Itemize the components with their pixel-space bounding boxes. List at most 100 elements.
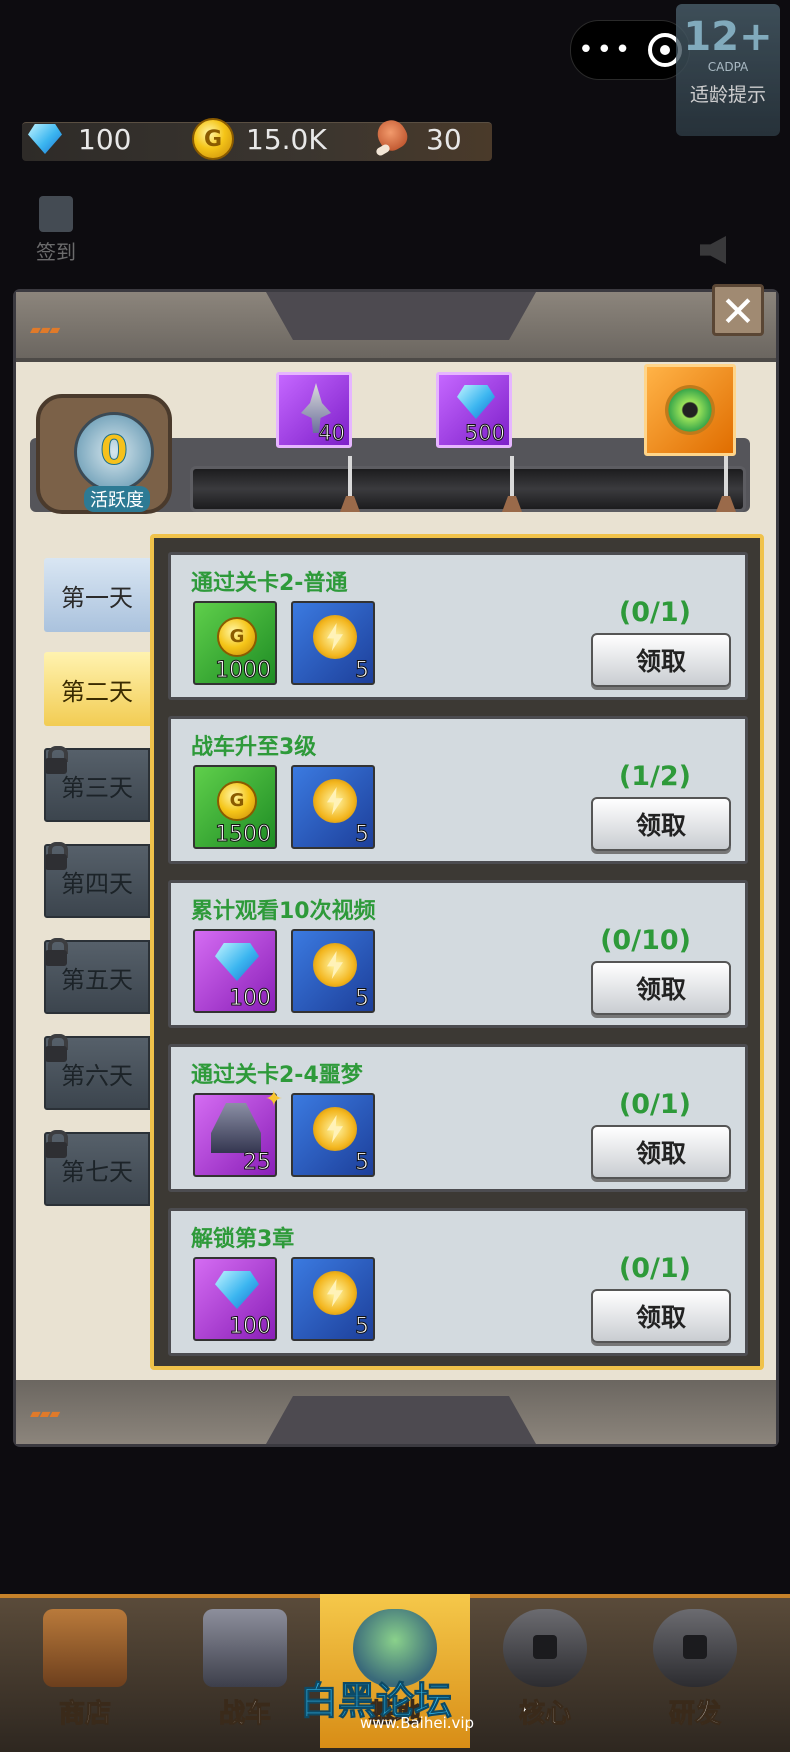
- research-icon: [653, 1609, 737, 1687]
- reward-amount: 5: [355, 1150, 370, 1176]
- day-tab-label: 第二天: [61, 677, 133, 706]
- day-tab-7[interactable]: 第七天: [42, 1130, 150, 1206]
- age-rating-badge: 12+ CADPA 适龄提示: [676, 4, 780, 136]
- day-tab-label: 第一天: [61, 583, 133, 612]
- panel-header: ▰▰▰: [16, 292, 776, 362]
- milestone-amount: 500: [464, 421, 505, 446]
- task-card: 解锁第3章 100 5 (0/1) 领取: [168, 1208, 748, 1356]
- age-rating-big: 12+: [683, 14, 773, 60]
- nav-label: 战车: [218, 1699, 271, 1730]
- day-tab-6[interactable]: 第六天: [42, 1034, 150, 1110]
- nav-core[interactable]: 核心: [470, 1594, 620, 1748]
- shop-icon: [43, 1609, 127, 1687]
- reward-amount: 5: [355, 658, 370, 684]
- task-card: 通过关卡2-普通 G 1000 5 (0/1) 领取: [168, 552, 748, 700]
- nav-shop[interactable]: 商店: [10, 1594, 160, 1748]
- milestone-reward-mech[interactable]: 40: [276, 372, 352, 448]
- stripe-decoration: ▰▰▰: [30, 1406, 60, 1422]
- activity-xp-icon: [313, 779, 357, 823]
- signin-button[interactable]: 签到: [36, 196, 76, 265]
- reward-slot[interactable]: 5: [291, 1093, 375, 1177]
- reward-amount: 5: [355, 986, 370, 1012]
- claim-button[interactable]: 领取: [591, 633, 731, 687]
- day-tab-4[interactable]: 第四天: [44, 842, 150, 918]
- miniapp-capsule[interactable]: •••: [570, 20, 690, 80]
- reward-slot[interactable]: 5: [291, 765, 375, 849]
- claim-button[interactable]: 领取: [591, 1125, 731, 1179]
- reward-slot[interactable]: 5: [291, 929, 375, 1013]
- panel-footer-tab: [266, 1396, 536, 1444]
- reward-amount: 100: [229, 1314, 272, 1340]
- activity-xp-icon: [313, 943, 357, 987]
- lock-icon: [42, 1034, 70, 1064]
- day-tab-2[interactable]: 第二天: [44, 652, 150, 726]
- day-tab-label: 第三天: [61, 773, 133, 802]
- reward-slot[interactable]: 5: [291, 1257, 375, 1341]
- nav-tank[interactable]: 战车: [170, 1594, 320, 1748]
- nav-label: 研发: [668, 1699, 721, 1730]
- reward-amount: 5: [355, 822, 370, 848]
- task-title: 通过关卡2-普通: [191, 571, 348, 596]
- reward-slot[interactable]: 100: [193, 1257, 277, 1341]
- calendar-icon: [39, 196, 73, 232]
- age-rating-label: 适龄提示: [689, 84, 766, 106]
- close-button[interactable]: ✕: [712, 284, 764, 336]
- activity-progress-track: [190, 466, 746, 512]
- chest-emblem-icon: [665, 385, 715, 435]
- task-progress: (0/10): [600, 925, 691, 956]
- meat-amount: 30: [426, 122, 462, 156]
- gem-icon: [457, 385, 495, 419]
- task-progress: (0/1): [618, 597, 691, 628]
- gem-icon: [24, 118, 66, 160]
- claim-button[interactable]: 领取: [591, 797, 731, 851]
- claim-button[interactable]: 领取: [591, 1289, 731, 1343]
- lock-icon: [42, 938, 70, 968]
- milestone-reward-gem[interactable]: 500: [436, 372, 512, 448]
- meat-icon: [372, 118, 414, 160]
- task-card: 累计观看10次视频 100 5 (0/10) 领取: [168, 880, 748, 1028]
- reward-amount: 5: [355, 1314, 370, 1340]
- reward-amount: 100: [229, 986, 272, 1012]
- activity-xp-icon: [313, 1271, 357, 1315]
- gem-icon: [215, 943, 259, 981]
- task-card: 战车升至3级 G 1500 5 (1/2) 领取: [168, 716, 748, 864]
- task-title: 解锁第3章: [191, 1227, 295, 1252]
- speaker-icon[interactable]: [700, 236, 726, 264]
- reward-slot[interactable]: 100: [193, 929, 277, 1013]
- claim-button[interactable]: 领取: [591, 961, 731, 1015]
- day-tab-3[interactable]: 第三天: [42, 746, 150, 822]
- day-tab-label: 第七天: [61, 1157, 133, 1186]
- star-icon: ✦: [264, 1087, 283, 1112]
- lock-icon: [42, 746, 70, 776]
- lock-icon: [42, 1130, 70, 1160]
- panel-header-tab: [266, 292, 536, 340]
- nav-label: 核心: [518, 1699, 571, 1730]
- reward-slot[interactable]: G 1500: [193, 765, 277, 849]
- age-rating-org: CADPA: [707, 60, 749, 74]
- milestone-marker: [720, 456, 732, 522]
- reward-amount: 1000: [215, 658, 272, 684]
- reward-slot[interactable]: ✦ 25: [193, 1087, 283, 1177]
- milestone-marker: [344, 456, 356, 522]
- activity-points: 0: [74, 412, 154, 492]
- coin-icon: G: [217, 617, 257, 657]
- activity-xp-icon: [313, 1107, 357, 1151]
- task-card: 通过关卡2-4噩梦 ✦ 25 5 (0/1) 领取: [168, 1044, 748, 1192]
- gem-counter: 100: [24, 118, 131, 160]
- day-tab-1[interactable]: 第一天: [44, 558, 150, 632]
- task-title: 累计观看10次视频: [191, 899, 376, 924]
- nav-label: 商店: [58, 1699, 111, 1730]
- milestone-reward-chest[interactable]: [644, 364, 736, 456]
- nav-research[interactable]: 研发: [620, 1594, 770, 1748]
- watermark-url: www.Baihei.vip: [360, 1714, 475, 1732]
- reward-slot[interactable]: 5: [291, 601, 375, 685]
- task-progress: (1/2): [618, 761, 691, 792]
- reward-slot[interactable]: G 1000: [193, 601, 277, 685]
- more-icon[interactable]: •••: [578, 37, 633, 63]
- milestone-amount: 40: [318, 421, 346, 446]
- signin-label: 签到: [36, 240, 76, 264]
- day-tab-5[interactable]: 第五天: [42, 938, 150, 1014]
- milestone-marker: [506, 456, 518, 522]
- task-progress: (0/1): [618, 1253, 691, 1284]
- panel-footer: ▰▰▰: [16, 1380, 776, 1444]
